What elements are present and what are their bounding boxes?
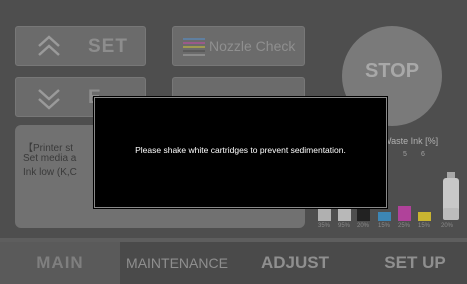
ink-level-bar: [398, 206, 411, 221]
ink-percent-label: 20%: [441, 223, 454, 229]
notification-message: Please shake white cartridges to prevent…: [135, 145, 346, 155]
chevron-up-icon: [38, 35, 60, 56]
tab-setup[interactable]: SET UP: [365, 242, 465, 284]
ink-percent-label: 15%: [378, 223, 391, 229]
tab-adjust[interactable]: ADJUST: [245, 242, 345, 284]
stop-button-label: STOP: [364, 60, 420, 82]
ink-slot-number: 6: [421, 151, 425, 158]
nozzle-check-button[interactable]: Nozzle Check: [172, 26, 305, 66]
ink-level-bar: [357, 209, 370, 221]
set-button-label: SET: [88, 36, 128, 57]
status-line: 【Printer st: [23, 143, 74, 154]
ink-percent-label: 20%: [357, 223, 370, 229]
status-line: Ink low (K,C: [23, 167, 77, 178]
chevron-down-icon: [38, 89, 60, 110]
ink-percent-label: 25%: [398, 223, 411, 229]
nozzle-pattern-icon: [183, 38, 205, 56]
notification-dialog[interactable]: Please shake white cartridges to prevent…: [94, 97, 387, 208]
ink-panel-title: / Waste Ink [%]: [378, 136, 439, 146]
ink-percent-label: 35%: [318, 223, 331, 229]
ink-level-bar: [378, 212, 391, 221]
waste-ink-bottle-icon: [443, 172, 459, 220]
tab-main[interactable]: MAIN: [0, 242, 120, 284]
bottom-tab-bar: MAIN MAINTENANCE ADJUST SET UP: [0, 242, 467, 284]
status-line: Set media a: [23, 153, 77, 164]
ink-level-bar: [418, 212, 431, 221]
printer-control-screen: SET E Nozzle Check STOP 【Printer st Set …: [0, 0, 467, 284]
nozzle-check-label: Nozzle Check: [209, 38, 296, 54]
set-button[interactable]: SET: [15, 26, 146, 66]
ink-slot-number: 5: [403, 151, 407, 158]
ink-percent-label: 15%: [418, 223, 431, 229]
tab-maintenance[interactable]: MAINTENANCE: [122, 242, 232, 284]
ink-percent-label: 95%: [338, 223, 351, 229]
